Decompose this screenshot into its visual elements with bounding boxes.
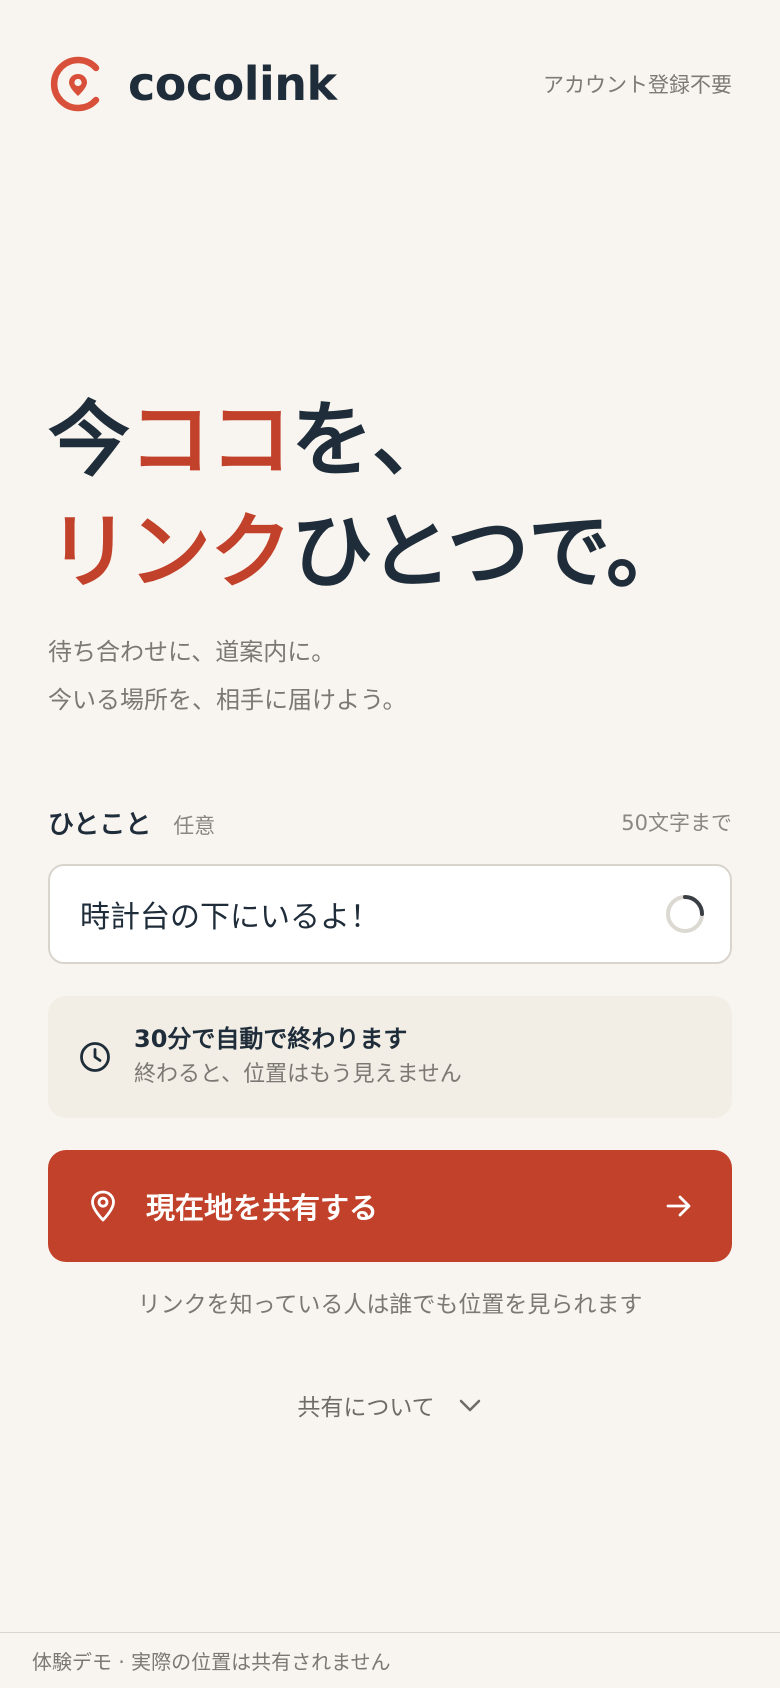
- brand-name: cocolink: [128, 57, 337, 111]
- location-pin-icon: [91, 1190, 115, 1222]
- message-input-box[interactable]: [48, 864, 732, 964]
- arrow-right-icon: [666, 1195, 691, 1217]
- hero-subtitle-line: 今いる場所を、相手に届けよう。: [48, 686, 407, 714]
- hero-accent-text: ココ: [129, 393, 292, 488]
- hero-subtitle-line: 待ち合わせに、道案内に。: [48, 638, 336, 666]
- hero-text: を、: [291, 393, 454, 488]
- message-field-header: ひとこと 任意 50文字まで: [48, 800, 732, 844]
- info-title: 30分で自動で終わります: [134, 1025, 408, 1053]
- about-sharing-label: 共有について: [297, 1395, 435, 1421]
- char-limit: 50文字まで: [621, 811, 732, 835]
- demo-disclaimer: 体験デモ · 実際の位置は共有されません: [32, 1650, 391, 1674]
- info-texts: 30分で自動で終わります 終わると、位置はもう見えません: [134, 1021, 462, 1093]
- page: cocolink アカウント登録不要 今ココを、 リンクひとつで。 待ち合わせに…: [0, 0, 780, 1688]
- chevron-down-icon: [459, 1399, 480, 1412]
- info-description: 終わると、位置はもう見えません: [134, 1062, 462, 1087]
- hero-text: ひとつで。: [291, 505, 688, 600]
- field-label-group: ひとこと 任意: [48, 804, 215, 841]
- hero-subtitle: 待ち合わせに、道案内に。 今いる場所を、相手に届けよう。: [48, 628, 748, 724]
- hero-title: 今ココを、 リンクひとつで。: [48, 385, 748, 609]
- share-location-button[interactable]: 現在地を共有する: [48, 1150, 732, 1262]
- share-button-label: 現在地を共有する: [146, 1191, 379, 1225]
- no-account-note: アカウント登録不要: [543, 73, 732, 97]
- about-sharing-toggle[interactable]: 共有について: [0, 1388, 780, 1422]
- hero-line1: 今ココを、: [48, 393, 454, 488]
- hero-line2: リンクひとつで。: [48, 505, 688, 600]
- clock-icon: [80, 1042, 110, 1072]
- optional-tag: 任意: [173, 813, 216, 838]
- hero-accent-text: リンク: [48, 505, 292, 600]
- spinner-icon: [666, 895, 704, 933]
- brand[interactable]: cocolink: [48, 54, 337, 114]
- header: cocolink アカウント登録不要: [48, 52, 732, 116]
- hero-text: 今: [48, 393, 130, 488]
- privacy-notice: リンクを知っている人は誰でも位置を見られます: [137, 1292, 643, 1318]
- footer: 体験デモ · 実際の位置は共有されません: [0, 1632, 780, 1688]
- auto-expire-info: 30分で自動で終わります 終わると、位置はもう見えません: [48, 996, 732, 1118]
- message-input[interactable]: [80, 896, 664, 932]
- logo-icon: [50, 56, 100, 112]
- field-label: ひとこと: [48, 809, 152, 840]
